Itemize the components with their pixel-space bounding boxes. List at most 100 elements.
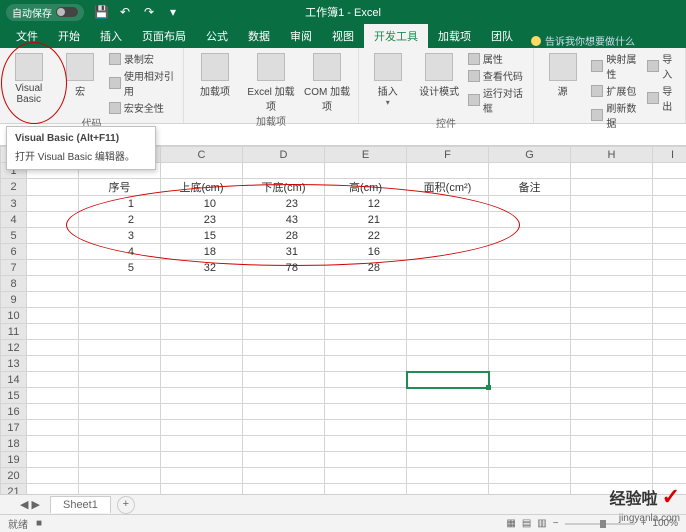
row-header[interactable]: 7 xyxy=(1,260,27,276)
row-header[interactable]: 11 xyxy=(1,324,27,340)
col-header[interactable]: G xyxy=(489,147,571,163)
tab-data[interactable]: 数据 xyxy=(238,24,280,48)
macro-button[interactable]: 宏 xyxy=(57,51,102,115)
row-header[interactable]: 9 xyxy=(1,292,27,308)
tab-formulas[interactable]: 公式 xyxy=(196,24,238,48)
import-button[interactable]: 导入 xyxy=(647,51,679,81)
tab-home[interactable]: 开始 xyxy=(48,24,90,48)
cell[interactable]: 上底(cm) xyxy=(161,179,243,196)
addin-button[interactable]: 加载项 xyxy=(190,51,240,113)
save-icon[interactable]: 💾 xyxy=(94,5,108,19)
row-header[interactable]: 13 xyxy=(1,356,27,372)
col-header[interactable]: E xyxy=(325,147,407,163)
row-header[interactable]: 16 xyxy=(1,404,27,420)
excel-addin-button[interactable]: Excel 加载项 xyxy=(246,51,296,113)
tab-file[interactable]: 文件 xyxy=(6,24,48,48)
tab-review[interactable]: 审阅 xyxy=(280,24,322,48)
view-break-icon[interactable]: ▥ xyxy=(537,518,546,529)
macro-security-button[interactable]: 宏安全性 xyxy=(109,100,177,115)
tab-developer[interactable]: 开发工具 xyxy=(364,24,428,48)
row-header[interactable]: 12 xyxy=(1,340,27,356)
row-header[interactable]: 4 xyxy=(1,212,27,228)
export-button[interactable]: 导出 xyxy=(647,83,679,113)
row-header[interactable]: 17 xyxy=(1,420,27,436)
tab-team[interactable]: 团队 xyxy=(481,24,523,48)
cell[interactable]: 高(cm) xyxy=(325,179,407,196)
properties-button[interactable]: 属性 xyxy=(468,51,527,66)
row-header[interactable]: 8 xyxy=(1,276,27,292)
row-header[interactable]: 14 xyxy=(1,372,27,388)
tab-layout[interactable]: 页面布局 xyxy=(132,24,196,48)
cell[interactable]: 23 xyxy=(161,212,243,228)
map-properties-button[interactable]: 映射属性 xyxy=(591,51,641,81)
qat-more-icon[interactable]: ▾ xyxy=(166,5,180,19)
cell[interactable]: 32 xyxy=(161,260,243,276)
row-header[interactable]: 19 xyxy=(1,452,27,468)
tab-insert[interactable]: 插入 xyxy=(90,24,132,48)
row-header[interactable]: 5 xyxy=(1,228,27,244)
redo-icon[interactable]: ↷ xyxy=(142,5,156,19)
cell[interactable]: 10 xyxy=(161,196,243,212)
cell[interactable]: 43 xyxy=(243,212,325,228)
cell[interactable]: 4 xyxy=(79,244,161,260)
run-dialog-button[interactable]: 运行对话框 xyxy=(468,85,527,115)
view-code-button[interactable]: 查看代码 xyxy=(468,68,527,83)
sheet-nav[interactable]: ◀ ▶ xyxy=(20,498,40,511)
cell[interactable]: 2 xyxy=(79,212,161,228)
cell[interactable]: 12 xyxy=(325,196,407,212)
cell[interactable]: 5 xyxy=(79,260,161,276)
col-header[interactable]: F xyxy=(407,147,489,163)
tab-addins[interactable]: 加载项 xyxy=(428,24,481,48)
macro-record-icon[interactable]: ■ xyxy=(36,518,42,529)
col-header[interactable]: C xyxy=(161,147,243,163)
view-normal-icon[interactable]: ▦ xyxy=(506,518,515,529)
add-sheet-button[interactable]: + xyxy=(117,496,135,514)
active-cell[interactable] xyxy=(407,372,489,388)
cell[interactable]: 面积(cm²) xyxy=(407,179,489,196)
cell[interactable]: 3 xyxy=(79,228,161,244)
row-header[interactable]: 3 xyxy=(1,196,27,212)
row-header[interactable]: 20 xyxy=(1,468,27,484)
cell[interactable]: 16 xyxy=(325,244,407,260)
xml-source-button[interactable]: 源 xyxy=(540,51,585,130)
row-header[interactable]: 2 xyxy=(1,179,27,196)
cell[interactable]: 31 xyxy=(243,244,325,260)
cell[interactable]: 备注 xyxy=(489,179,571,196)
cell[interactable]: 15 xyxy=(161,228,243,244)
relative-ref-button[interactable]: 使用相对引用 xyxy=(109,68,177,98)
tab-view[interactable]: 视图 xyxy=(322,24,364,48)
insert-control-button[interactable]: 插入▾ xyxy=(365,51,410,115)
refresh-data-button[interactable]: 刷新数据 xyxy=(591,100,641,130)
col-header[interactable]: H xyxy=(571,147,653,163)
row-header[interactable]: 6 xyxy=(1,244,27,260)
row-header[interactable]: 10 xyxy=(1,308,27,324)
spreadsheet-grid[interactable]: A B C D E F G H I 1 2 序号 上底(cm) 下底(cm) 高… xyxy=(0,146,686,500)
expand-pack-button[interactable]: 扩展包 xyxy=(591,83,641,98)
cell[interactable]: 22 xyxy=(325,228,407,244)
auto-save-toggle[interactable]: 自动保存 xyxy=(6,4,84,21)
col-header[interactable]: D xyxy=(243,147,325,163)
cell[interactable]: 28 xyxy=(243,228,325,244)
cell[interactable]: 28 xyxy=(325,260,407,276)
cell[interactable]: 78 xyxy=(243,260,325,276)
cell[interactable]: 23 xyxy=(243,196,325,212)
row-header[interactable]: 18 xyxy=(1,436,27,452)
col-header[interactable]: I xyxy=(653,147,686,163)
undo-icon[interactable]: ↶ xyxy=(118,5,132,19)
zoom-out-button[interactable]: − xyxy=(553,518,559,529)
sheet-tab[interactable]: Sheet1 xyxy=(50,496,111,513)
cell[interactable]: 21 xyxy=(325,212,407,228)
tell-me[interactable]: 告诉我你想要做什么 xyxy=(531,33,635,48)
cell[interactable]: 下底(cm) xyxy=(243,179,325,196)
macro-icon xyxy=(66,53,94,81)
record-macro-button[interactable]: 录制宏 xyxy=(109,51,177,66)
row-header[interactable]: 15 xyxy=(1,388,27,404)
cell[interactable]: 序号 xyxy=(79,179,161,196)
view-layout-icon[interactable]: ▤ xyxy=(522,518,531,529)
cell[interactable]: 1 xyxy=(79,196,161,212)
design-mode-button[interactable]: 设计模式 xyxy=(416,51,461,115)
formula-input[interactable] xyxy=(114,129,686,141)
cell[interactable]: 18 xyxy=(161,244,243,260)
com-addin-button[interactable]: COM 加载项 xyxy=(302,51,352,113)
visual-basic-button[interactable]: Visual Basic xyxy=(6,51,51,115)
